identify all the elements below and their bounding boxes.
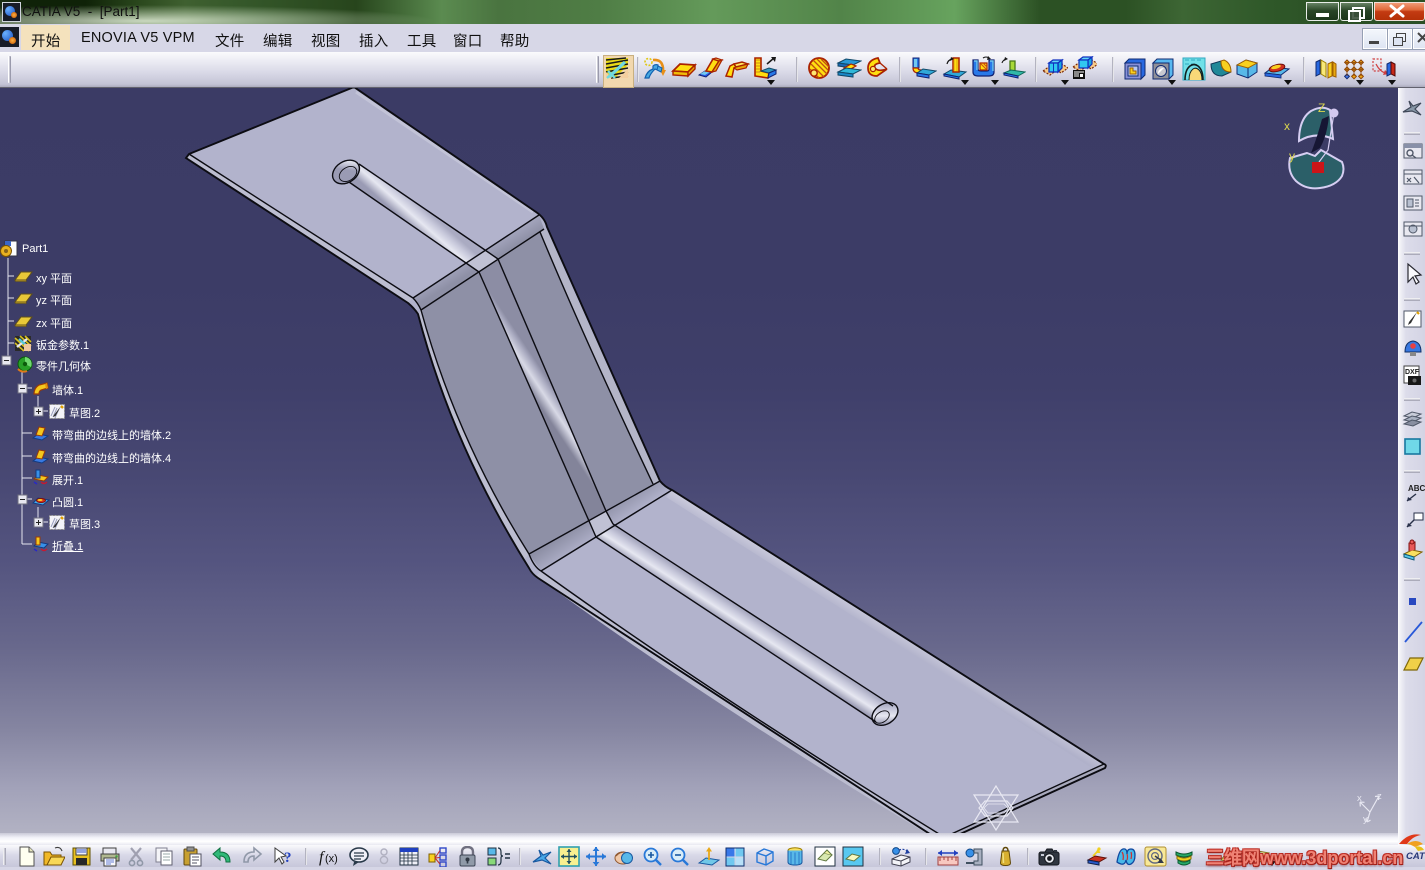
svg-text:y: y bbox=[1289, 149, 1295, 163]
svg-text:CATIA: CATIA bbox=[1406, 851, 1425, 862]
svg-text:?: ? bbox=[284, 850, 292, 866]
svg-text:DXF: DXF bbox=[1405, 369, 1420, 376]
svg-text:Z: Z bbox=[1318, 101, 1325, 115]
svg-text:ABC: ABC bbox=[1408, 484, 1425, 493]
svg-text:x: x bbox=[1357, 793, 1362, 804]
svg-text:x: x bbox=[1284, 119, 1290, 133]
svg-text:(x): (x) bbox=[325, 853, 338, 865]
svg-text:z: z bbox=[1377, 791, 1382, 802]
svg-text:y: y bbox=[1363, 814, 1368, 825]
